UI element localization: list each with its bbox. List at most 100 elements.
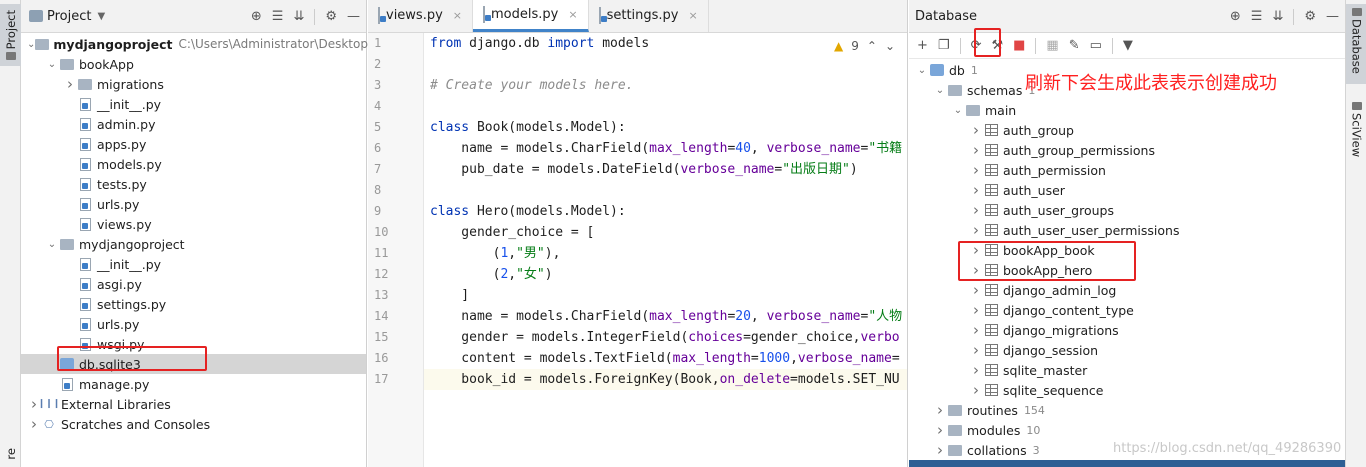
expand-all-icon[interactable]: ☰ — [1251, 9, 1263, 24]
code-line[interactable] — [424, 96, 907, 117]
tree-row[interactable]: › auth_user_groups — [909, 200, 1345, 220]
tree-row[interactable]: › routines 154 — [909, 400, 1345, 420]
chevron-right-icon[interactable]: › — [969, 281, 983, 299]
add-icon[interactable]: + — [917, 38, 928, 53]
edit-icon[interactable]: ✎ — [1069, 38, 1080, 53]
project-panel-title[interactable]: Project — [47, 9, 91, 24]
chevron-right-icon[interactable]: › — [969, 201, 983, 219]
tree-row[interactable]: › modules 10 — [909, 420, 1345, 440]
code-line[interactable]: ] — [424, 285, 907, 306]
tree-row[interactable]: ⌄ mydjangoproject — [21, 234, 366, 254]
collapse-all-icon[interactable]: ⇊ — [293, 9, 304, 24]
close-icon[interactable]: × — [568, 8, 577, 21]
chevron-right-icon[interactable]: › — [969, 381, 983, 399]
tree-row[interactable]: › ⎔ Scratches and Consoles — [21, 414, 366, 434]
code-line[interactable]: gender = models.IntegerField(choices=gen… — [424, 327, 907, 348]
tree-row[interactable]: manage.py — [21, 374, 366, 394]
chevron-down-icon[interactable]: ⌄ — [45, 59, 59, 70]
chevron-right-icon[interactable]: › — [969, 301, 983, 319]
editor-tab[interactable]: views.py × — [368, 0, 474, 32]
chevron-down-icon[interactable]: ⌄ — [45, 239, 59, 250]
tree-row[interactable]: › auth_group — [909, 120, 1345, 140]
tree-row[interactable]: ⌄ main — [909, 100, 1345, 120]
refresh-icon[interactable]: ⟳ — [971, 38, 982, 53]
chevron-down-icon[interactable]: ⌄ — [933, 85, 947, 96]
code-lines[interactable]: from django.db import models # Create you… — [424, 33, 907, 390]
tree-row[interactable]: __init__.py — [21, 254, 366, 274]
filter-icon[interactable]: ▼ — [1123, 38, 1133, 53]
chevron-right-icon[interactable]: › — [933, 401, 947, 419]
tree-row[interactable]: › migrations — [21, 74, 366, 94]
chevron-right-icon[interactable]: › — [969, 361, 983, 379]
chevron-right-icon[interactable]: › — [27, 415, 41, 433]
code-line[interactable] — [424, 180, 907, 201]
database-tool-tab[interactable]: Database — [1346, 4, 1366, 84]
tree-row[interactable]: wsgi.py — [21, 334, 366, 354]
tree-row[interactable]: tests.py — [21, 174, 366, 194]
chevron-right-icon[interactable]: › — [969, 241, 983, 259]
inspection-widget[interactable]: ▲ 9 ⌃ ⌄ — [834, 39, 895, 53]
editor-tab[interactable]: models.py × — [473, 0, 589, 32]
chevron-up-icon[interactable]: ⌃ — [867, 39, 877, 53]
tree-row[interactable]: models.py — [21, 154, 366, 174]
gear-icon[interactable]: ⚙ — [1304, 9, 1316, 24]
tree-row[interactable]: › ❙❙❙ External Libraries — [21, 394, 366, 414]
bottom-tool-tab[interactable]: re — [0, 448, 21, 467]
tree-row[interactable]: › bookApp_book — [909, 240, 1345, 260]
code-line[interactable]: book_id = models.ForeignKey(Book,on_dele… — [424, 369, 907, 390]
code-area[interactable]: 1 2 3 4 5 6 7 8 9 10 11 12 13 14 15 16 17 from django.db… — [368, 33, 907, 467]
tree-row[interactable]: __init__.py — [21, 94, 366, 114]
chevron-down-icon[interactable]: ⌄ — [951, 105, 965, 116]
collapse-all-icon[interactable]: ⇊ — [1272, 9, 1283, 24]
console-icon[interactable]: ▭ — [1090, 38, 1102, 53]
code-line[interactable]: gender_choice = [ — [424, 222, 907, 243]
code-line[interactable]: name = models.CharField(max_length=40, v… — [424, 138, 907, 159]
tree-row[interactable]: ⌄ bookApp — [21, 54, 366, 74]
chevron-right-icon[interactable]: › — [933, 441, 947, 459]
chevron-right-icon[interactable]: › — [969, 161, 983, 179]
locate-icon[interactable]: ⊕ — [1230, 9, 1241, 24]
chevron-down-icon[interactable]: ⌄ — [885, 39, 895, 53]
stop-icon[interactable]: ■ — [1013, 38, 1025, 53]
tree-row[interactable]: admin.py — [21, 114, 366, 134]
tree-row[interactable]: › django_content_type — [909, 300, 1345, 320]
sciview-tool-tab[interactable]: SciView — [1346, 98, 1366, 164]
code-line[interactable]: class Book(models.Model): — [424, 117, 907, 138]
tree-row[interactable]: › bookApp_hero — [909, 260, 1345, 280]
chevron-right-icon[interactable]: › — [969, 341, 983, 359]
tree-row[interactable]: asgi.py — [21, 274, 366, 294]
tree-row[interactable]: apps.py — [21, 134, 366, 154]
chevron-right-icon[interactable]: › — [969, 221, 983, 239]
tree-row[interactable]: › django_migrations — [909, 320, 1345, 340]
chevron-right-icon[interactable]: › — [969, 121, 983, 139]
chevron-down-icon[interactable]: ⌄ — [27, 39, 35, 50]
code-line[interactable]: pub_date = models.DateField(verbose_name… — [424, 159, 907, 180]
project-tool-tab[interactable]: Project — [0, 4, 21, 66]
code-line[interactable]: name = models.CharField(max_length=20, v… — [424, 306, 907, 327]
chevron-right-icon[interactable]: › — [969, 181, 983, 199]
code-line[interactable]: (2,"女") — [424, 264, 907, 285]
gear-icon[interactable]: ⚙ — [325, 9, 337, 24]
table-view-icon[interactable]: ▦ — [1046, 38, 1058, 53]
tree-row[interactable]: urls.py — [21, 194, 366, 214]
tree-row[interactable]: settings.py — [21, 294, 366, 314]
close-icon[interactable]: × — [453, 9, 462, 22]
tree-row[interactable]: › django_session — [909, 340, 1345, 360]
chevron-right-icon[interactable]: › — [63, 75, 77, 93]
chevron-down-icon[interactable]: ⌄ — [915, 65, 929, 76]
tree-row[interactable]: › auth_group_permissions — [909, 140, 1345, 160]
tree-row[interactable]: › auth_user_user_permissions — [909, 220, 1345, 240]
chevron-right-icon[interactable]: › — [969, 141, 983, 159]
code-line[interactable]: class Hero(models.Model): — [424, 201, 907, 222]
tree-row[interactable]: › auth_user — [909, 180, 1345, 200]
code-line[interactable]: (1,"男"), — [424, 243, 907, 264]
tree-row[interactable]: db.sqlite3 — [21, 354, 366, 374]
chevron-down-icon[interactable]: ▼ — [97, 11, 105, 22]
chevron-right-icon[interactable]: › — [969, 261, 983, 279]
chevron-right-icon[interactable]: › — [933, 421, 947, 439]
chevron-right-icon[interactable]: › — [969, 321, 983, 339]
expand-all-icon[interactable]: ☰ — [272, 9, 284, 24]
minimize-icon[interactable]: — — [1326, 9, 1339, 24]
code-line[interactable] — [424, 54, 907, 75]
code-line[interactable]: # Create your models here. — [424, 75, 907, 96]
